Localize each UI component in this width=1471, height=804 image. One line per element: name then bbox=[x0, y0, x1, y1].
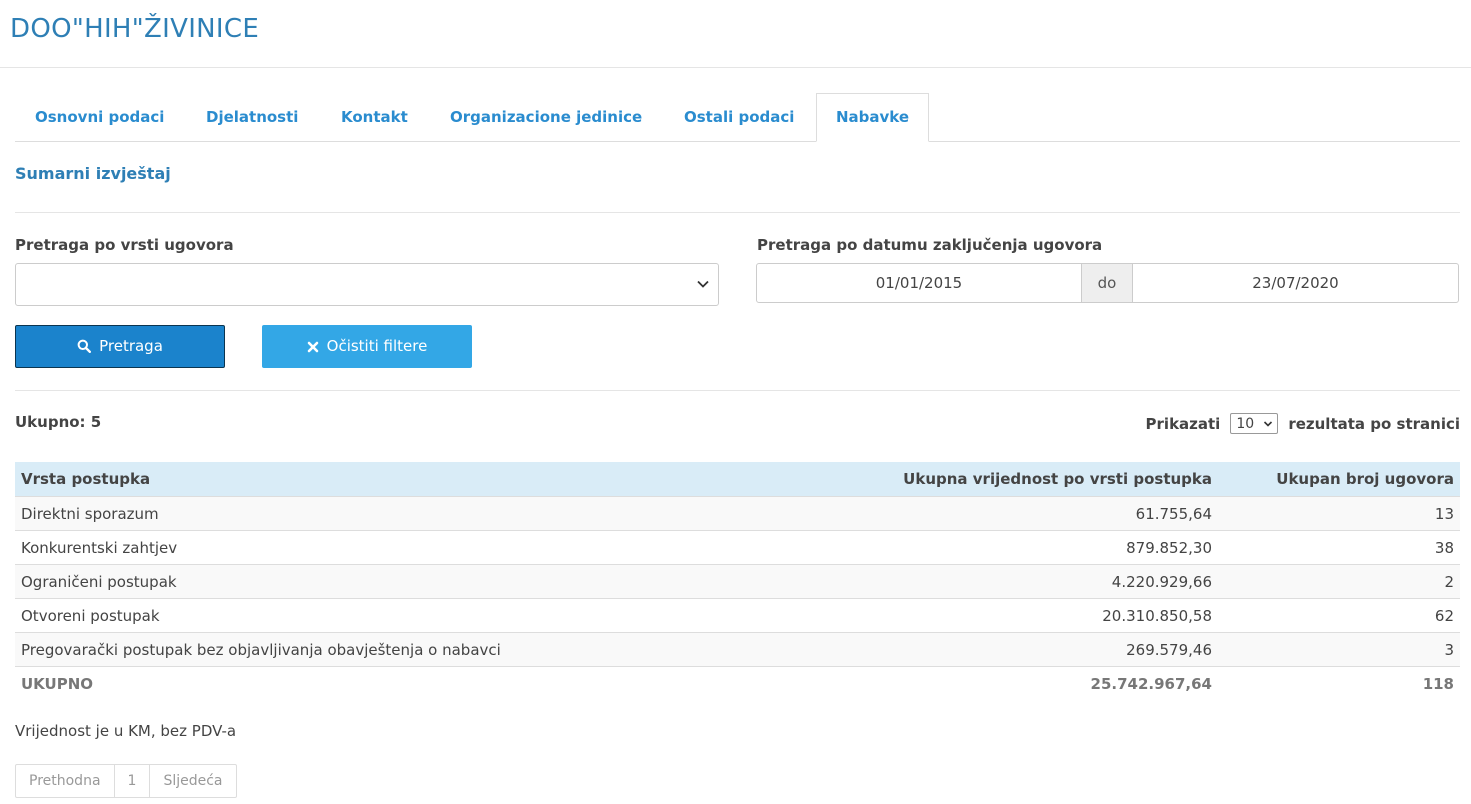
header-value[interactable]: Ukupna vrijednost po vrsti postupka bbox=[787, 462, 1218, 497]
pagination-page-1[interactable]: 1 bbox=[113, 765, 150, 797]
tab-bar: Osnovni podaci Djelatnosti Kontakt Organ… bbox=[15, 93, 1460, 142]
search-icon bbox=[77, 339, 92, 354]
table-row: Otvoreni postupak 20.310.850,58 62 bbox=[15, 598, 1460, 633]
table-row: Pregovarački postupak bez objavljivanja … bbox=[15, 632, 1460, 667]
tab-organizacione-jedinice[interactable]: Organizacione jedinice bbox=[450, 93, 642, 140]
table-row: Ograničeni postupak 4.220.929,66 2 bbox=[15, 564, 1460, 599]
table-row: Direktni sporazum 61.755,64 13 bbox=[15, 496, 1460, 531]
row-count: 13 bbox=[1218, 496, 1460, 531]
row-type: Direktni sporazum bbox=[15, 496, 787, 531]
pagination-next[interactable]: Sljedeća bbox=[149, 765, 235, 797]
page-title: DOO"HIH"ŽIVINICE bbox=[10, 14, 260, 44]
contract-type-select[interactable] bbox=[15, 263, 719, 306]
per-page-value: 10 bbox=[1236, 416, 1255, 432]
header-divider bbox=[0, 67, 1471, 68]
pagination-prev[interactable]: Prethodna bbox=[16, 765, 114, 797]
tab-nabavke[interactable]: Nabavke bbox=[816, 93, 929, 142]
clear-filters-label: Očistiti filtere bbox=[326, 337, 428, 355]
row-type: Konkurentski zahtjev bbox=[15, 530, 787, 565]
per-page-control: Prikazati 10 rezultata po stranici bbox=[1146, 413, 1460, 434]
results-count: Ukupno: 5 bbox=[15, 413, 102, 431]
per-page-select[interactable]: 10 bbox=[1230, 413, 1279, 434]
row-value: 269.579,46 bbox=[787, 632, 1218, 667]
row-type: Pregovarački postupak bez objavljivanja … bbox=[15, 632, 787, 667]
date-to-input[interactable]: 23/07/2020 bbox=[1132, 263, 1459, 303]
tab-osnovni-podaci[interactable]: Osnovni podaci bbox=[35, 93, 164, 140]
total-count: 118 bbox=[1218, 666, 1460, 700]
row-count: 2 bbox=[1218, 564, 1460, 599]
date-separator: do bbox=[1082, 263, 1132, 303]
tab-ostali-podaci[interactable]: Ostali podaci bbox=[684, 93, 794, 140]
contract-type-label: Pretraga po vrsti ugovora bbox=[15, 236, 234, 254]
tab-djelatnosti[interactable]: Djelatnosti bbox=[206, 93, 298, 140]
row-value: 20.310.850,58 bbox=[787, 598, 1218, 633]
row-type: Ograničeni postupak bbox=[15, 564, 787, 599]
tab-kontakt[interactable]: Kontakt bbox=[341, 93, 408, 140]
total-label: UKUPNO bbox=[15, 666, 787, 700]
chevron-down-icon bbox=[697, 280, 709, 288]
table-total-row: UKUPNO 25.742.967,64 118 bbox=[15, 666, 1460, 700]
results-divider bbox=[15, 390, 1460, 391]
row-count: 3 bbox=[1218, 632, 1460, 667]
search-button-label: Pretraga bbox=[99, 337, 163, 355]
per-page-label: Prikazati bbox=[1145, 414, 1221, 433]
table-header-row: Vrsta postupka Ukupna vrijednost po vrst… bbox=[15, 462, 1460, 497]
section-divider bbox=[15, 212, 1460, 213]
date-from-input[interactable]: 01/01/2015 bbox=[756, 263, 1082, 303]
row-type: Otvoreni postupak bbox=[15, 598, 787, 633]
table-row: Konkurentski zahtjev 879.852,30 38 bbox=[15, 530, 1460, 565]
chevron-down-icon bbox=[1264, 421, 1273, 427]
currency-note: Vrijednost je u KM, bez PDV-a bbox=[15, 722, 237, 740]
total-value: 25.742.967,64 bbox=[787, 666, 1218, 700]
row-value: 61.755,64 bbox=[787, 496, 1218, 531]
section-title: Sumarni izvještaj bbox=[15, 164, 171, 183]
row-value: 879.852,30 bbox=[787, 530, 1218, 565]
row-count: 62 bbox=[1218, 598, 1460, 633]
clear-filters-button[interactable]: Očistiti filtere bbox=[262, 325, 472, 368]
summary-table: Vrsta postupka Ukupna vrijednost po vrst… bbox=[15, 462, 1460, 700]
per-page-suffix: rezultata po stranici bbox=[1288, 414, 1460, 433]
header-type[interactable]: Vrsta postupka bbox=[15, 462, 787, 497]
pagination: Prethodna 1 Sljedeća bbox=[15, 764, 237, 798]
row-value: 4.220.929,66 bbox=[787, 564, 1218, 599]
row-count: 38 bbox=[1218, 530, 1460, 565]
date-range-label: Pretraga po datumu zaključenja ugovora bbox=[757, 236, 1103, 254]
header-count[interactable]: Ukupan broj ugovora bbox=[1218, 462, 1460, 497]
search-button[interactable]: Pretraga bbox=[15, 325, 225, 368]
close-icon bbox=[307, 341, 318, 353]
